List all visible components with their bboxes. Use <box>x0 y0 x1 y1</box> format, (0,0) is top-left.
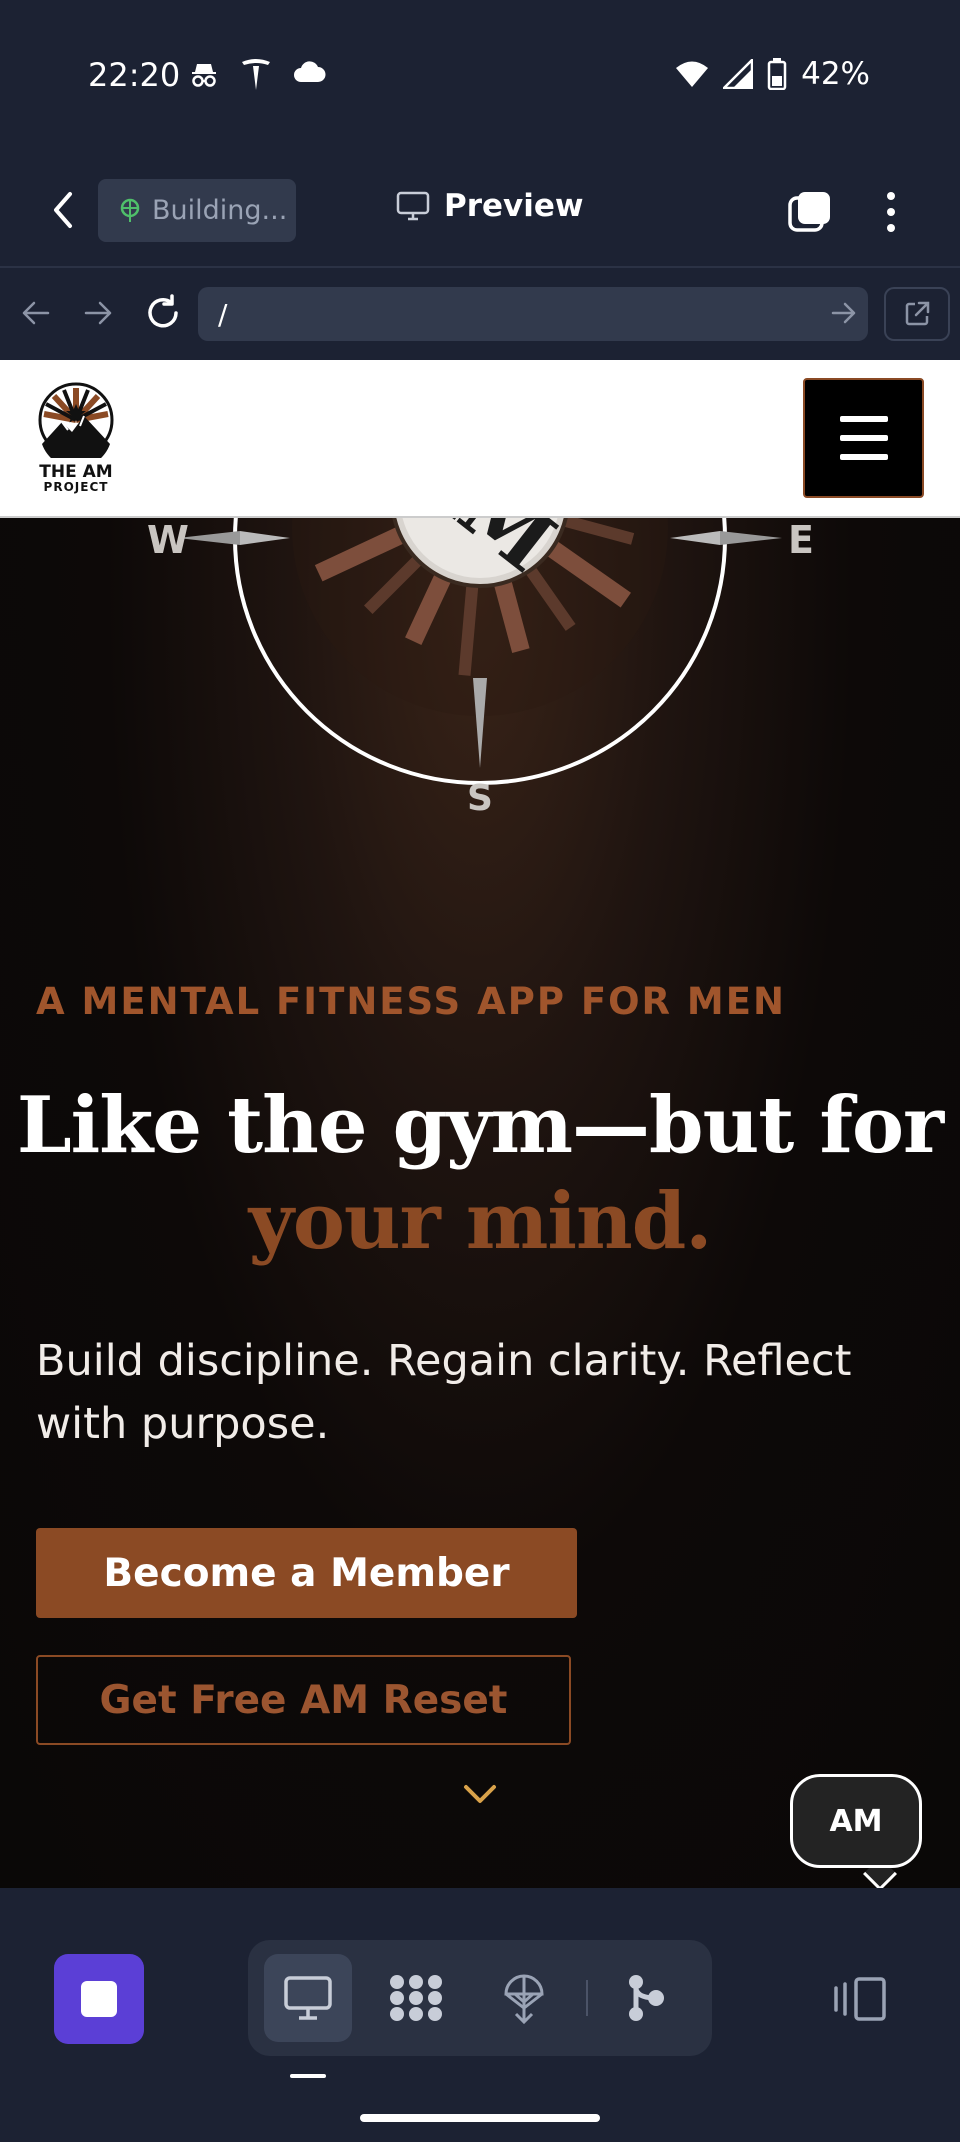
menu-button[interactable] <box>803 378 924 498</box>
open-external-button[interactable] <box>884 287 950 341</box>
tool-divider <box>586 1980 588 2016</box>
back-arrow-icon[interactable] <box>46 188 82 232</box>
hero-headline: Like the gym—but for your mind. <box>0 1078 960 1270</box>
compass-south: S <box>467 778 493 818</box>
build-status-label: Building... <box>152 195 288 226</box>
chevron-down-icon[interactable] <box>462 1782 498 1806</box>
compass-east: E <box>788 518 814 562</box>
grid-dots-icon[interactable] <box>372 1954 460 2042</box>
build-status-chip[interactable]: Building... <box>98 179 296 242</box>
bottom-dock <box>0 1906 960 2142</box>
headline-line-1: Like the gym—but for <box>16 1080 944 1171</box>
logo-title: THE AM <box>39 462 113 482</box>
cloud-icon <box>294 61 326 82</box>
preview-label: Preview <box>444 188 584 224</box>
more-vertical-icon[interactable] <box>876 188 906 236</box>
url-bar <box>0 270 960 360</box>
nav-back-icon[interactable] <box>20 298 52 328</box>
status-bar: 22:20 42% <box>0 0 960 150</box>
compass-graphic: AM W E S <box>147 518 814 818</box>
stop-button[interactable] <box>54 1954 144 2044</box>
home-indicator <box>360 2114 600 2122</box>
free-reset-button[interactable]: Get Free AM Reset <box>36 1655 571 1745</box>
signal-icon <box>723 59 754 89</box>
tool-group <box>248 1940 712 2056</box>
headline-line-2: your mind. <box>248 1176 713 1267</box>
device-toggle-icon[interactable] <box>832 1976 888 2022</box>
logo-emblem-icon <box>38 382 114 469</box>
menu-bar-icon <box>839 416 888 422</box>
incognito-icon <box>192 64 216 87</box>
deploy-status-icon <box>120 198 140 222</box>
site-header: THE AM PROJECT <box>0 360 960 518</box>
go-arrow-icon[interactable] <box>830 300 858 326</box>
wifi-icon <box>676 61 709 87</box>
status-icons-left <box>188 58 326 92</box>
hero-subhead: Build discipline. Regain clarity. Reflec… <box>36 1336 852 1449</box>
stop-icon <box>81 1981 117 2017</box>
deploy-icon[interactable] <box>480 1954 568 2042</box>
monitor-icon <box>396 191 430 221</box>
desktop-preview-icon[interactable] <box>264 1954 352 2042</box>
compass-west: W <box>147 518 189 562</box>
hero-eyebrow: A MENTAL FITNESS APP FOR MEN <box>36 980 786 1023</box>
external-link-icon <box>905 301 930 326</box>
status-icons-right: 42% <box>675 56 870 92</box>
battery-icon <box>767 58 787 90</box>
hero-section: AM W E S A MENTAL FITNESS APP FOR MEN Li… <box>0 518 960 1888</box>
become-member-button[interactable]: Become a Member <box>36 1528 577 1618</box>
battery-percent: 42% <box>801 56 870 92</box>
git-branch-icon[interactable] <box>602 1954 690 2042</box>
active-tool-indicator <box>290 2074 326 2078</box>
preview-tab[interactable]: Preview <box>396 188 584 224</box>
menu-bar-icon <box>839 435 888 441</box>
menu-bar-icon <box>839 454 888 460</box>
status-time: 22:20 <box>88 56 181 94</box>
url-input[interactable] <box>198 287 868 341</box>
logo-subtitle: PROJECT <box>43 480 109 494</box>
reload-icon[interactable] <box>144 294 182 332</box>
nav-forward-icon[interactable] <box>82 298 114 328</box>
site-logo[interactable]: THE AM PROJECT <box>36 382 116 493</box>
chat-bubble-button[interactable]: AM <box>790 1774 922 1868</box>
tabs-icon[interactable] <box>788 190 832 234</box>
editor-toolbar: Building... Preview <box>0 150 960 268</box>
tesla-icon <box>242 59 270 90</box>
